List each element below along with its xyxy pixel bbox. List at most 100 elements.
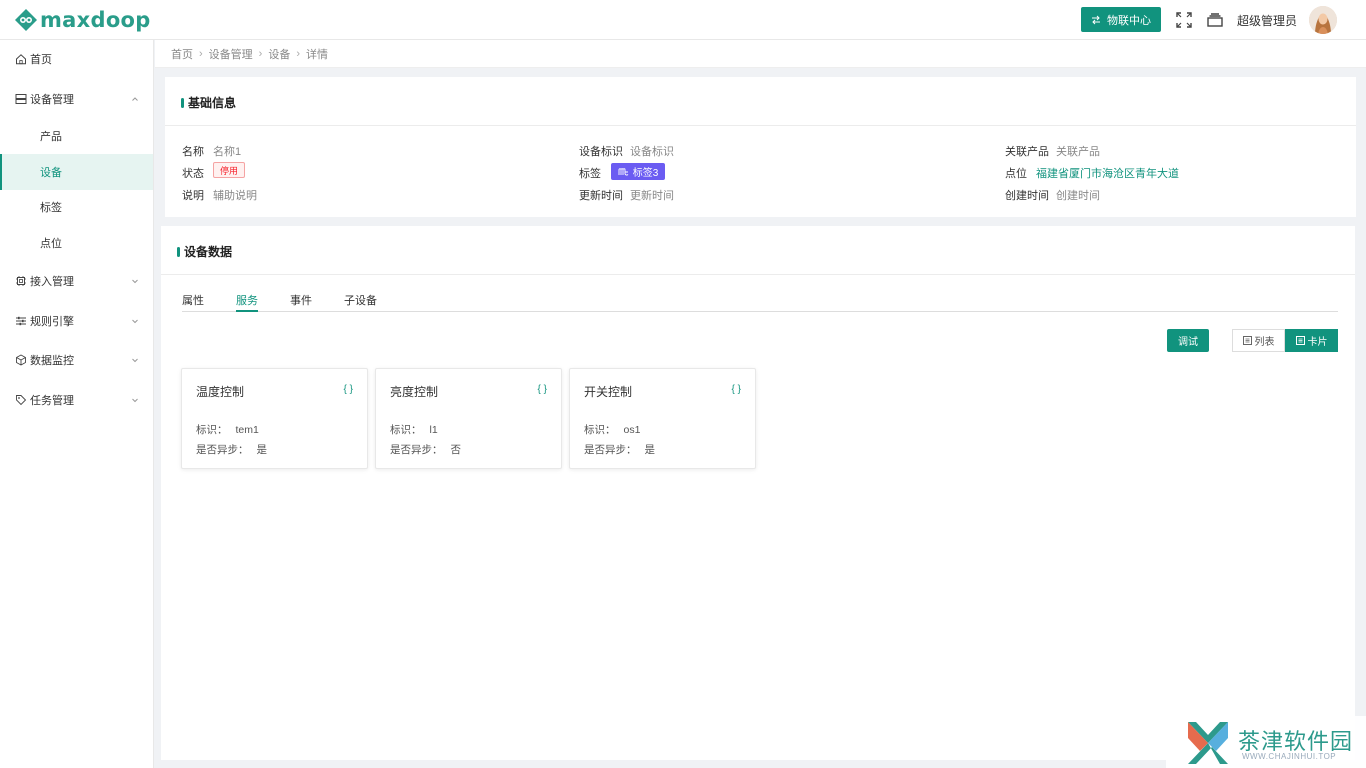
title-accent-bar <box>181 97 184 108</box>
status-badge: 停用 <box>213 162 245 178</box>
created-time-label: 创建时间 <box>1005 190 1049 202</box>
tab-services[interactable]: 服务 <box>236 292 258 312</box>
iot-center-label: 物联中心 <box>1107 14 1151 27</box>
debug-button[interactable]: 调试 <box>1167 329 1209 352</box>
service-card[interactable]: 亮度控制 { } 标识： l1 是否异步： 否 <box>375 368 562 469</box>
device-ident-label: 设备标识 <box>579 146 623 158</box>
tag-badge-label: 标签3 <box>632 168 659 179</box>
sidebar-item-task-management[interactable]: 任务管理 <box>0 382 153 418</box>
user-name[interactable]: 超级管理员 <box>1237 12 1297 29</box>
brand-name: maxdoop <box>40 8 151 32</box>
tab-sub-devices[interactable]: 子设备 <box>344 292 377 312</box>
service-async-row: 是否异步： 是 <box>196 442 267 457</box>
service-ident-row: 标识： os1 <box>584 422 640 437</box>
description-label: 说明 <box>182 190 204 202</box>
related-product-value: 关联产品 <box>1056 146 1100 158</box>
tag-badge[interactable]: 标签3 <box>611 163 665 180</box>
breadcrumb-item-device[interactable]: 设备 <box>268 46 290 62</box>
service-card-title: 亮度控制 <box>390 385 439 399</box>
tag-icon <box>16 395 27 406</box>
title-accent-bar <box>177 246 180 257</box>
basic-info-title-text: 基础信息 <box>188 96 237 110</box>
device-ident-value: 设备标识 <box>630 146 674 158</box>
tab-properties[interactable]: 属性 <box>182 292 204 312</box>
description-value: 辅助说明 <box>213 190 257 202</box>
breadcrumb-item-home[interactable]: 首页 <box>171 46 193 62</box>
iot-center-button[interactable]: 物联中心 <box>1081 7 1161 32</box>
service-card-title: 开关控制 <box>584 385 633 399</box>
status-label: 状态 <box>182 168 204 180</box>
updated-time-value: 更新时间 <box>630 190 674 202</box>
device-data-title-text: 设备数据 <box>184 245 233 259</box>
point-value-link[interactable]: 福建省厦门市海沧区青年大道 <box>1036 165 1179 181</box>
sidebar-item-access-management[interactable]: 接入管理 <box>0 263 153 299</box>
braces-icon: { } <box>537 384 547 395</box>
chevron-down-icon <box>132 319 138 324</box>
divider <box>161 274 1355 275</box>
sliders-icon <box>16 316 26 326</box>
chevron-right-icon: › <box>296 47 301 60</box>
service-async-row: 是否异步： 是 <box>584 442 655 457</box>
list-view-button[interactable]: 列表 <box>1232 329 1285 352</box>
layers-icon[interactable] <box>1206 11 1224 29</box>
basic-info-panel: 基础信息 <box>165 77 1356 217</box>
sidebar-item-data-monitor[interactable]: 数据监控 <box>0 342 153 378</box>
name-value: 名称1 <box>213 146 242 158</box>
sidebar-item-rule-engine[interactable]: 规则引擎 <box>0 303 153 339</box>
chevron-right-icon: › <box>258 47 263 60</box>
avatar-icon <box>1309 6 1337 34</box>
sidebar-item-point[interactable]: 点位 <box>0 225 153 261</box>
sidebar-item-label: 任务管理 <box>30 395 74 407</box>
service-async-value: 是 <box>256 444 268 456</box>
sidebar-item-label: 数据监控 <box>30 355 74 367</box>
card-view-button[interactable]: 卡片 <box>1285 329 1338 352</box>
service-card[interactable]: 开关控制 { } 标识： os1 是否异步： 是 <box>569 368 756 469</box>
sidebar: 首页 设备管理 产品 设备 标签 点位 接入管理 规则引擎 数据监控 任务管理 <box>0 40 154 768</box>
tab-events[interactable]: 事件 <box>290 292 312 312</box>
sidebar-item-label: 设备 <box>40 167 62 179</box>
sidebar-item-device-management[interactable]: 设备管理 <box>0 81 153 117</box>
list-icon <box>1242 336 1252 345</box>
sidebar-item-label: 标签 <box>40 202 62 214</box>
service-ident-value: tem1 <box>235 424 259 436</box>
virgo-icon <box>618 167 629 175</box>
service-card[interactable]: 温度控制 { } 标识： tem1 是否异步： 是 <box>181 368 368 469</box>
device-data-tabs: 属性 服务 事件 子设备 <box>182 290 1338 312</box>
chevron-down-icon <box>132 279 138 284</box>
service-async-value: 否 <box>450 444 462 456</box>
name-label: 名称 <box>182 146 204 158</box>
watermark-subtext: WWW.CHAJINHUI.TOP <box>1242 752 1337 761</box>
sidebar-item-label: 规则引擎 <box>30 316 74 328</box>
service-async-label: 是否异步： <box>196 444 249 456</box>
avatar[interactable] <box>1309 6 1337 34</box>
breadcrumb-item-device-management[interactable]: 设备管理 <box>209 46 253 62</box>
point-label: 点位 <box>1005 168 1027 180</box>
sidebar-item-label: 设备管理 <box>30 94 74 106</box>
sidebar-item-label: 产品 <box>40 131 62 143</box>
brand-logo[interactable]: maxdoop <box>14 7 151 33</box>
braces-icon: { } <box>343 384 353 395</box>
service-ident-label: 标识： <box>584 424 616 436</box>
sidebar-item-tag[interactable]: 标签 <box>0 189 153 225</box>
card-icon <box>1295 336 1305 345</box>
sidebar-item-device[interactable]: 设备 <box>0 154 153 190</box>
updated-time-label: 更新时间 <box>579 190 623 202</box>
braces-icon: { } <box>731 384 741 395</box>
tag-label: 标签 <box>579 168 601 180</box>
service-ident-label: 标识： <box>390 424 422 436</box>
home-icon <box>16 54 26 65</box>
service-ident-label: 标识： <box>196 424 228 436</box>
list-view-label: 列表 <box>1254 337 1275 348</box>
created-time-value: 创建时间 <box>1056 190 1100 202</box>
swap-icon <box>1092 15 1100 24</box>
sidebar-item-home[interactable]: 首页 <box>0 41 153 77</box>
sidebar-item-label: 首页 <box>30 54 52 66</box>
sidebar-item-label: 点位 <box>40 238 62 250</box>
device-data-title: 设备数据 <box>177 243 232 260</box>
service-async-row: 是否异步： 否 <box>390 442 461 457</box>
fullscreen-icon[interactable] <box>1175 11 1193 29</box>
service-ident-row: 标识： tem1 <box>196 422 259 437</box>
sidebar-item-product[interactable]: 产品 <box>0 118 153 154</box>
watermark: 茶津软件园 WWW.CHAJINHUI.TOP <box>1166 716 1366 768</box>
breadcrumb: 首页 › 设备管理 › 设备 › 详情 <box>155 40 1366 68</box>
